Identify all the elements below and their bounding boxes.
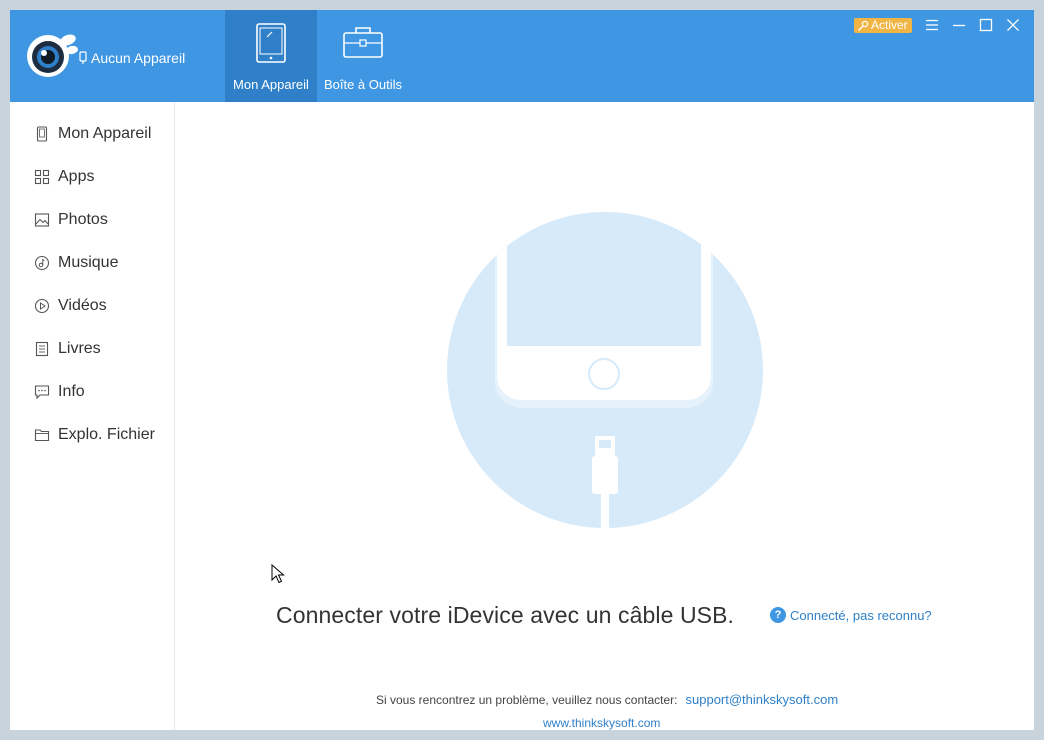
support-email-link[interactable]: support@thinkskysoft.com [686, 692, 839, 707]
image-icon [34, 213, 50, 227]
sidebar-item-label: Explo. Fichier [58, 426, 155, 443]
music-icon [34, 255, 50, 271]
sidebar-item-label: Info [58, 383, 85, 400]
title-bar: Aucun Appareil Mon Appareil Boîte à Outi… [10, 10, 1034, 102]
activate-label: Activer [871, 18, 908, 32]
sidebar-item-label: Livres [58, 340, 101, 357]
device-status: Aucun Appareil [78, 50, 185, 66]
tab-boite-a-outils-label: Boîte à Outils [323, 77, 403, 92]
tab-mon-appareil[interactable]: Mon Appareil [225, 10, 317, 102]
play-icon [34, 298, 50, 314]
connect-instruction: Connecter votre iDevice avec un câble US… [276, 602, 735, 628]
activate-button[interactable]: Activer [854, 18, 912, 33]
sidebar-item-info[interactable]: Info [34, 380, 85, 404]
close-icon[interactable] [1005, 17, 1021, 33]
book-icon [35, 341, 49, 357]
sidebar-item-label: Vidéos [58, 297, 107, 314]
device-plug-icon [79, 51, 87, 64]
sidebar-item-label: Photos [58, 211, 108, 228]
key-icon [858, 20, 869, 31]
tablet-icon [256, 23, 286, 63]
help-link-label: Connecté, pas reconnu? [790, 607, 932, 623]
phone-icon [36, 126, 48, 142]
contact-text: Si vous rencontrez un problème, veuillez… [376, 693, 678, 707]
message-icon [34, 385, 50, 400]
website-link[interactable]: www.thinkskysoft.com [543, 716, 660, 730]
sidebar-item-videos[interactable]: Vidéos [34, 294, 107, 318]
sidebar-item-mon-appareil[interactable]: Mon Appareil [34, 122, 151, 146]
sidebar-item-livres[interactable]: Livres [34, 337, 101, 361]
sidebar-item-label: Mon Appareil [58, 125, 152, 142]
app-window: Aucun Appareil Mon Appareil Boîte à Outi… [10, 10, 1034, 730]
device-connect-illustration [447, 212, 763, 528]
tab-mon-appareil-label: Mon Appareil [233, 77, 309, 92]
sidebar-item-musique[interactable]: Musique [34, 251, 118, 275]
not-recognized-help-link[interactable]: ? Connecté, pas reconnu? [770, 607, 932, 623]
contact-line: Si vous rencontrez un problème, veuillez… [376, 692, 838, 707]
menu-icon[interactable] [924, 17, 940, 33]
apps-grid-icon [34, 169, 50, 185]
tab-boite-a-outils[interactable]: Boîte à Outils [317, 10, 409, 102]
sidebar-item-photos[interactable]: Photos [34, 208, 108, 232]
folder-icon [34, 429, 50, 442]
minimize-icon[interactable] [951, 17, 967, 33]
sidebar-item-label: Musique [58, 254, 119, 271]
toolbox-icon [343, 27, 383, 58]
sidebar-item-explo-fichier[interactable]: Explo. Fichier [34, 423, 155, 447]
maximize-icon[interactable] [978, 17, 994, 33]
sidebar-item-apps[interactable]: Apps [34, 165, 94, 189]
device-status-label: Aucun Appareil [91, 50, 186, 66]
main-content: Connecter votre iDevice avec un câble US… [175, 102, 1034, 730]
mouse-cursor-icon [271, 564, 285, 584]
sidebar-item-label: Apps [58, 168, 95, 185]
sidebar: Mon Appareil Apps Photos Musique Vidéos … [10, 102, 175, 730]
app-logo-icon [24, 28, 80, 80]
question-icon: ? [770, 607, 786, 623]
